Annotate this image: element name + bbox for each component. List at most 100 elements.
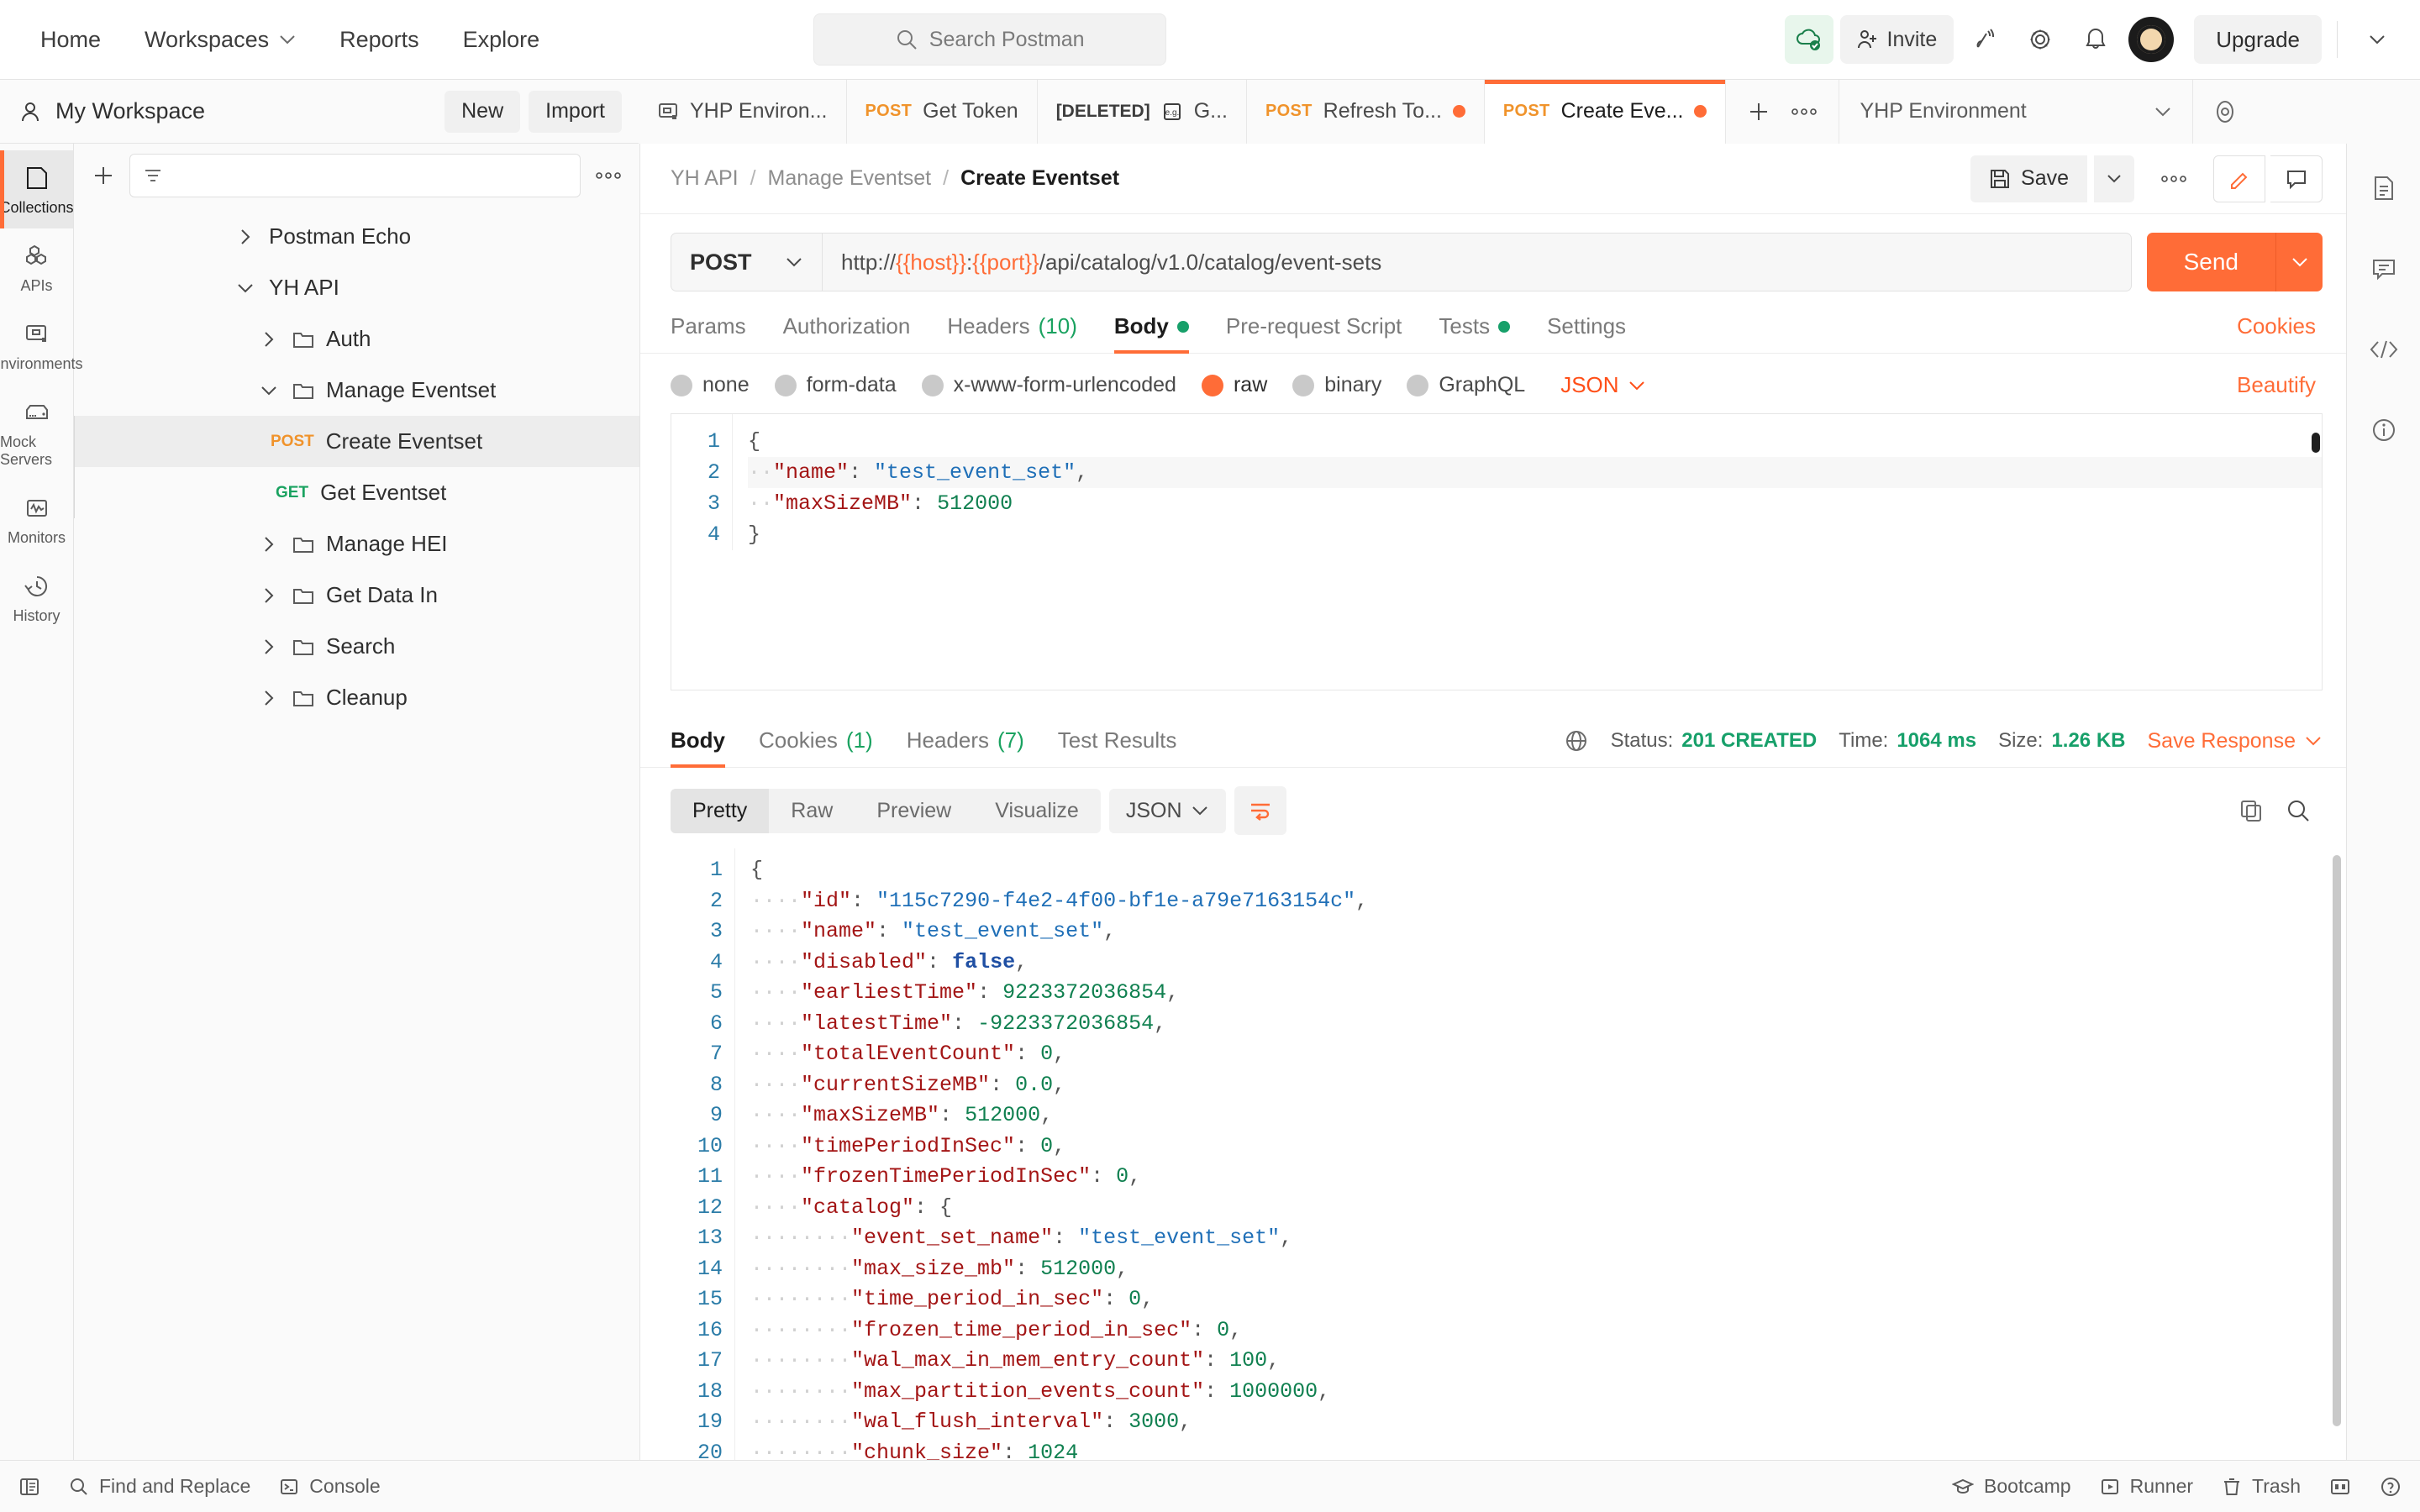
trash-button[interactable]: Trash xyxy=(2222,1475,2301,1498)
editor-scrollbar[interactable] xyxy=(2312,433,2320,453)
wrap-lines-icon[interactable] xyxy=(1234,786,1286,835)
nav-workspaces[interactable]: Workspaces xyxy=(123,17,318,63)
response-tab-cookies[interactable]: Cookies (1) xyxy=(759,727,873,767)
add-tab-icon[interactable] xyxy=(1746,99,1771,124)
sidebar-item-monitors[interactable]: Monitors xyxy=(0,480,73,559)
tab-params[interactable]: Params xyxy=(671,313,746,353)
filter-input[interactable] xyxy=(129,154,581,197)
tab-create-eventset[interactable]: POST Create Eve... xyxy=(1484,79,1727,144)
save-response-button[interactable]: Save Response xyxy=(2147,729,2323,753)
bell-icon[interactable] xyxy=(2071,15,2120,64)
documentation-icon[interactable] xyxy=(2358,162,2410,214)
console-button[interactable]: Console xyxy=(279,1475,381,1498)
tree-item-auth[interactable]: Auth xyxy=(74,313,639,365)
tree-item-manage-hei[interactable]: Manage HEI xyxy=(74,518,639,570)
chevron-down-icon[interactable] xyxy=(2353,15,2402,64)
beautify-button[interactable]: Beautify xyxy=(2237,372,2316,398)
nav-home[interactable]: Home xyxy=(18,17,123,63)
view-mode-preview[interactable]: Preview xyxy=(855,789,973,833)
tab-get-token[interactable]: POST Get Token xyxy=(846,79,1038,144)
environment-selector[interactable]: YHP Environment xyxy=(1839,79,2193,144)
search-icon[interactable] xyxy=(2286,798,2311,823)
breadcrumb-folder[interactable]: Manage Eventset xyxy=(768,166,932,191)
new-button[interactable]: New xyxy=(445,90,521,133)
tree-item-search[interactable]: Search xyxy=(74,621,639,672)
send-button[interactable]: Send xyxy=(2146,233,2275,291)
body-type-graphql[interactable]: GraphQL xyxy=(1407,373,1525,397)
sidebar-toggle-icon[interactable] xyxy=(18,1476,40,1498)
avatar[interactable] xyxy=(2127,15,2175,64)
copy-icon[interactable] xyxy=(2238,798,2264,823)
help-icon[interactable] xyxy=(2380,1476,2402,1498)
add-collection-icon[interactable] xyxy=(91,163,116,188)
sidebar-item-history[interactable]: History xyxy=(0,559,73,637)
tree-item-yh-api[interactable]: YH API xyxy=(74,262,639,313)
upgrade-button[interactable]: Upgrade xyxy=(2194,15,2322,64)
response-tab-headers[interactable]: Headers (7) xyxy=(907,727,1024,767)
view-mode-raw[interactable]: Raw xyxy=(769,789,855,833)
comment-icon[interactable] xyxy=(2270,155,2323,202)
method-selector[interactable]: POST xyxy=(671,234,823,291)
nav-reports[interactable]: Reports xyxy=(318,17,441,63)
tab-authorization[interactable]: Authorization xyxy=(783,313,911,353)
request-more-icon[interactable] xyxy=(2149,155,2198,203)
tab-more-icon[interactable] xyxy=(1790,107,1818,117)
tab-tests[interactable]: Tests xyxy=(1439,313,1511,353)
broadcast-icon[interactable] xyxy=(1960,15,2009,64)
save-options-button[interactable] xyxy=(2094,155,2134,202)
top-bar-actions: Invite Upgrade xyxy=(1784,15,2402,64)
tab-pre-request-script[interactable]: Pre-request Script xyxy=(1226,313,1402,353)
tree-item-create-eventset[interactable]: POST Create Eventset xyxy=(74,416,639,467)
tab-refresh-token[interactable]: POST Refresh To... xyxy=(1246,79,1485,144)
sidebar-more-icon[interactable] xyxy=(594,171,623,181)
view-mode-visualize[interactable]: Visualize xyxy=(973,789,1101,833)
cloud-check-icon[interactable] xyxy=(1784,15,1833,64)
request-body-editor[interactable]: 1 2 3 4 { ··"name": "test_event_set", ··… xyxy=(671,413,2323,690)
search-input[interactable]: Search Postman xyxy=(813,13,1167,66)
tree-item-get-eventset[interactable]: GET Get Eventset xyxy=(74,467,639,518)
body-type-binary[interactable]: binary xyxy=(1292,373,1381,397)
send-options-button[interactable] xyxy=(2275,233,2323,291)
find-and-replace-button[interactable]: Find and Replace xyxy=(69,1475,250,1498)
import-button[interactable]: Import xyxy=(529,90,622,133)
tab-deleted-example[interactable]: [DELETED] e.g. G... xyxy=(1037,79,1247,144)
nav-explore[interactable]: Explore xyxy=(441,17,562,63)
tree-item-postman-echo[interactable]: Postman Echo xyxy=(74,211,639,262)
tab-yhp-environment[interactable]: YHP Environ... xyxy=(639,79,847,144)
bootcamp-button[interactable]: Bootcamp xyxy=(1952,1475,2071,1498)
response-scrollbar[interactable] xyxy=(2333,855,2341,1426)
sidebar-item-mock-servers[interactable]: Mock Servers xyxy=(0,385,73,480)
response-tab-body[interactable]: Body xyxy=(671,727,725,768)
layout-icon[interactable] xyxy=(2329,1477,2351,1497)
tree-item-manage-eventset[interactable]: Manage Eventset xyxy=(74,365,639,416)
info-icon[interactable] xyxy=(2358,404,2410,456)
tab-settings[interactable]: Settings xyxy=(1547,313,1626,353)
response-body[interactable]: 1 2 3 4 5 6 7 8 9 10 11 12 13 14 15 16 1… xyxy=(640,848,2346,1460)
gear-icon[interactable] xyxy=(2016,15,2065,64)
body-type-raw[interactable]: raw xyxy=(1201,373,1267,397)
sidebar-item-environments[interactable]: Environments xyxy=(0,307,83,385)
code-icon[interactable] xyxy=(2358,323,2410,375)
cookies-link[interactable]: Cookies xyxy=(2237,313,2316,353)
body-type-form-data[interactable]: form-data xyxy=(774,373,897,397)
view-mode-pretty[interactable]: Pretty xyxy=(671,788,770,833)
environment-quick-look-icon[interactable] xyxy=(2192,79,2257,144)
response-tab-test-results[interactable]: Test Results xyxy=(1058,727,1177,767)
body-format-selector[interactable]: JSON xyxy=(1560,372,1645,398)
tab-headers[interactable]: Headers (10) xyxy=(947,313,1077,353)
response-format-selector[interactable]: JSON xyxy=(1108,788,1226,833)
tree-item-cleanup[interactable]: Cleanup xyxy=(74,672,639,723)
url-input[interactable]: http://{{host}}:{{port}}/api/catalog/v1.… xyxy=(823,249,2131,276)
invite-button[interactable]: Invite xyxy=(1839,15,1954,64)
body-type-urlencoded[interactable]: x-www-form-urlencoded xyxy=(921,373,1176,397)
sidebar-item-collections[interactable]: Collections xyxy=(0,150,74,228)
breadcrumb-collection[interactable]: YH API xyxy=(671,166,739,191)
tab-body[interactable]: Body xyxy=(1113,313,1189,354)
sidebar-item-apis[interactable]: APIs xyxy=(0,228,73,307)
body-type-none[interactable]: none xyxy=(671,373,750,397)
edit-icon[interactable] xyxy=(2213,155,2265,202)
tree-item-get-data-in[interactable]: Get Data In xyxy=(74,570,639,621)
save-button[interactable]: Save xyxy=(1970,155,2087,202)
runner-button[interactable]: Runner xyxy=(2100,1475,2193,1498)
comment-icon[interactable] xyxy=(2358,243,2410,295)
